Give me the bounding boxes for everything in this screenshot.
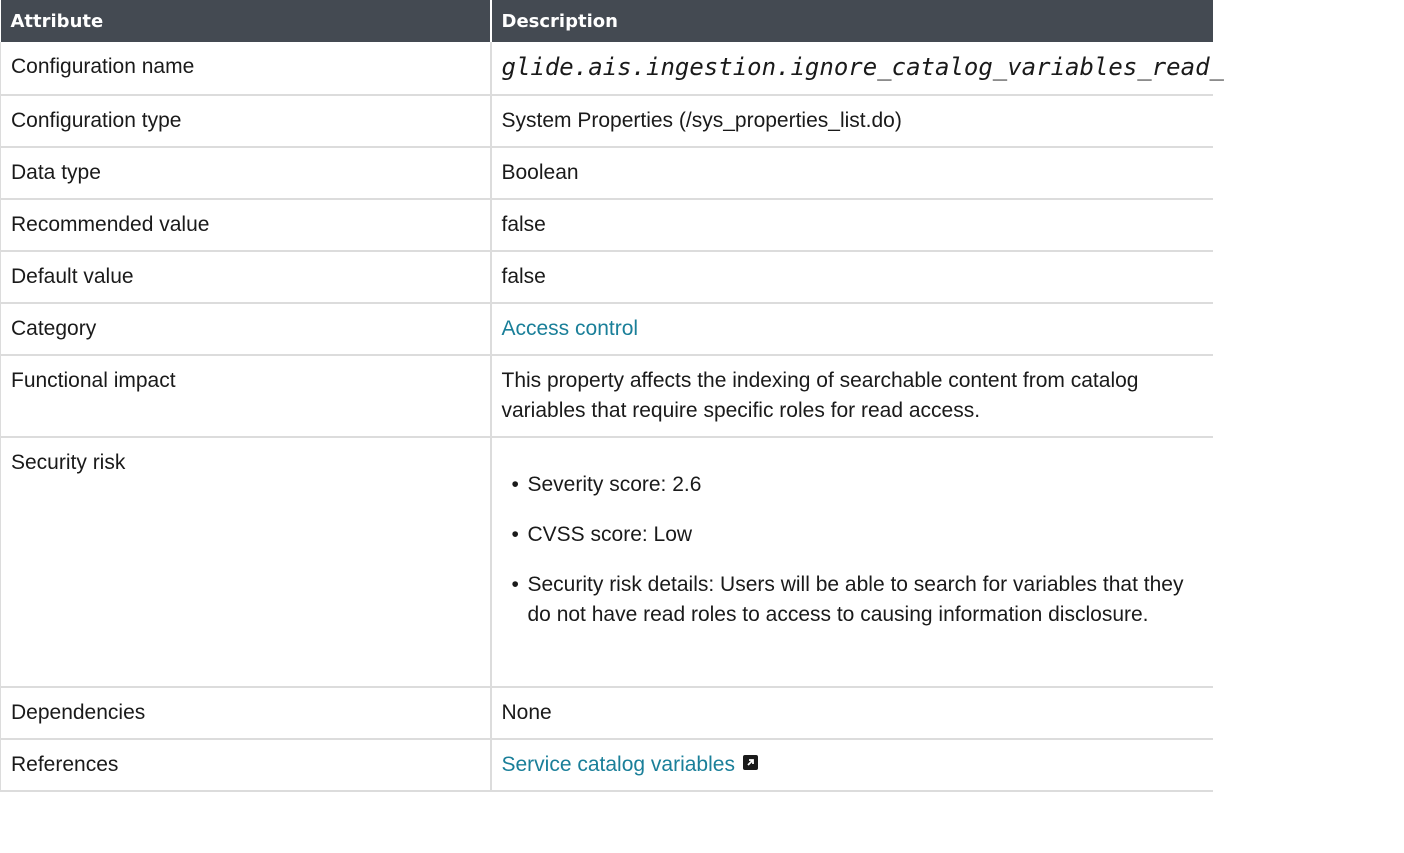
- row-value-functional-impact: This property affects the indexing of se…: [490, 355, 1213, 438]
- row-label-security-risk: Security risk: [0, 437, 492, 688]
- row-label-dependencies: Dependencies: [0, 687, 492, 740]
- row-label-default-value: Default value: [0, 251, 492, 304]
- bullet-icon: •: [511, 523, 519, 546]
- table-row: Configuration type System Properties (/s…: [0, 95, 1213, 148]
- row-value-default-value: false: [490, 251, 1213, 304]
- row-label-configuration-type: Configuration type: [0, 95, 492, 148]
- table-row: Security risk • Severity score: 2.6 • CVSS…: [0, 437, 1213, 688]
- table-body: Configuration name glide.ais.ingestion.i…: [0, 42, 1224, 792]
- table-row: Default value false: [0, 251, 1213, 304]
- bullet-icon: •: [511, 573, 519, 596]
- column-header-description: Description: [490, 0, 1213, 42]
- row-value-configuration-name: glide.ais.ingestion.ignore_catalog_varia…: [490, 42, 1224, 96]
- table-row: Configuration name glide.ais.ingestion.i…: [0, 42, 1224, 96]
- header-row: Attribute Description: [0, 0, 1213, 42]
- security-risk-list: • Severity score: 2.6 • CVSS score: Low • S…: [502, 470, 1203, 630]
- security-risk-details-text: Security risk details: Users will be abl…: [527, 573, 1184, 626]
- row-label-configuration-name: Configuration name: [0, 42, 492, 96]
- service-catalog-variables-link[interactable]: Service catalog variables: [502, 753, 735, 776]
- row-value-data-type: Boolean: [490, 147, 1213, 200]
- table-row: Category Access control: [0, 303, 1213, 356]
- list-item: • Security risk details: Users will be ab…: [502, 570, 1203, 630]
- column-header-attribute: Attribute: [0, 0, 492, 42]
- row-label-functional-impact: Functional impact: [0, 355, 492, 438]
- table-row: Functional impact This property affects …: [0, 355, 1213, 438]
- table-row: References Service catalog variables: [0, 739, 1213, 792]
- severity-score-text: Severity score: 2.6: [527, 473, 702, 496]
- category-link[interactable]: Access control: [502, 317, 639, 340]
- table-row: Data type Boolean: [0, 147, 1213, 200]
- row-value-configuration-type: System Properties (/sys_properties_list.…: [490, 95, 1213, 148]
- bullet-icon: •: [511, 473, 519, 496]
- row-value-references: Service catalog variables: [490, 739, 1213, 792]
- configuration-name-value: glide.ais.ingestion.ignore_catalog_varia…: [501, 53, 1224, 81]
- list-item: • CVSS score: Low: [502, 520, 1203, 550]
- row-value-security-risk: • Severity score: 2.6 • CVSS score: Low • S…: [490, 437, 1213, 688]
- row-label-category: Category: [0, 303, 492, 356]
- row-value-dependencies: None: [490, 687, 1213, 740]
- table-header: Attribute Description: [0, 0, 1213, 42]
- cvss-score-text: CVSS score: Low: [527, 523, 693, 546]
- table-row: Recommended value false: [0, 199, 1213, 252]
- row-value-category: Access control: [490, 303, 1213, 356]
- table-row: Dependencies None: [0, 687, 1213, 740]
- row-value-recommended-value: false: [490, 199, 1213, 252]
- row-label-data-type: Data type: [0, 147, 492, 200]
- attribute-table: Attribute Description Configuration name…: [0, 0, 1224, 792]
- row-label-references: References: [0, 739, 492, 792]
- external-link-icon[interactable]: [742, 755, 758, 770]
- list-item: • Severity score: 2.6: [502, 470, 1203, 500]
- page: Attribute Description Configuration name…: [0, 0, 1404, 853]
- row-label-recommended-value: Recommended value: [0, 199, 492, 252]
